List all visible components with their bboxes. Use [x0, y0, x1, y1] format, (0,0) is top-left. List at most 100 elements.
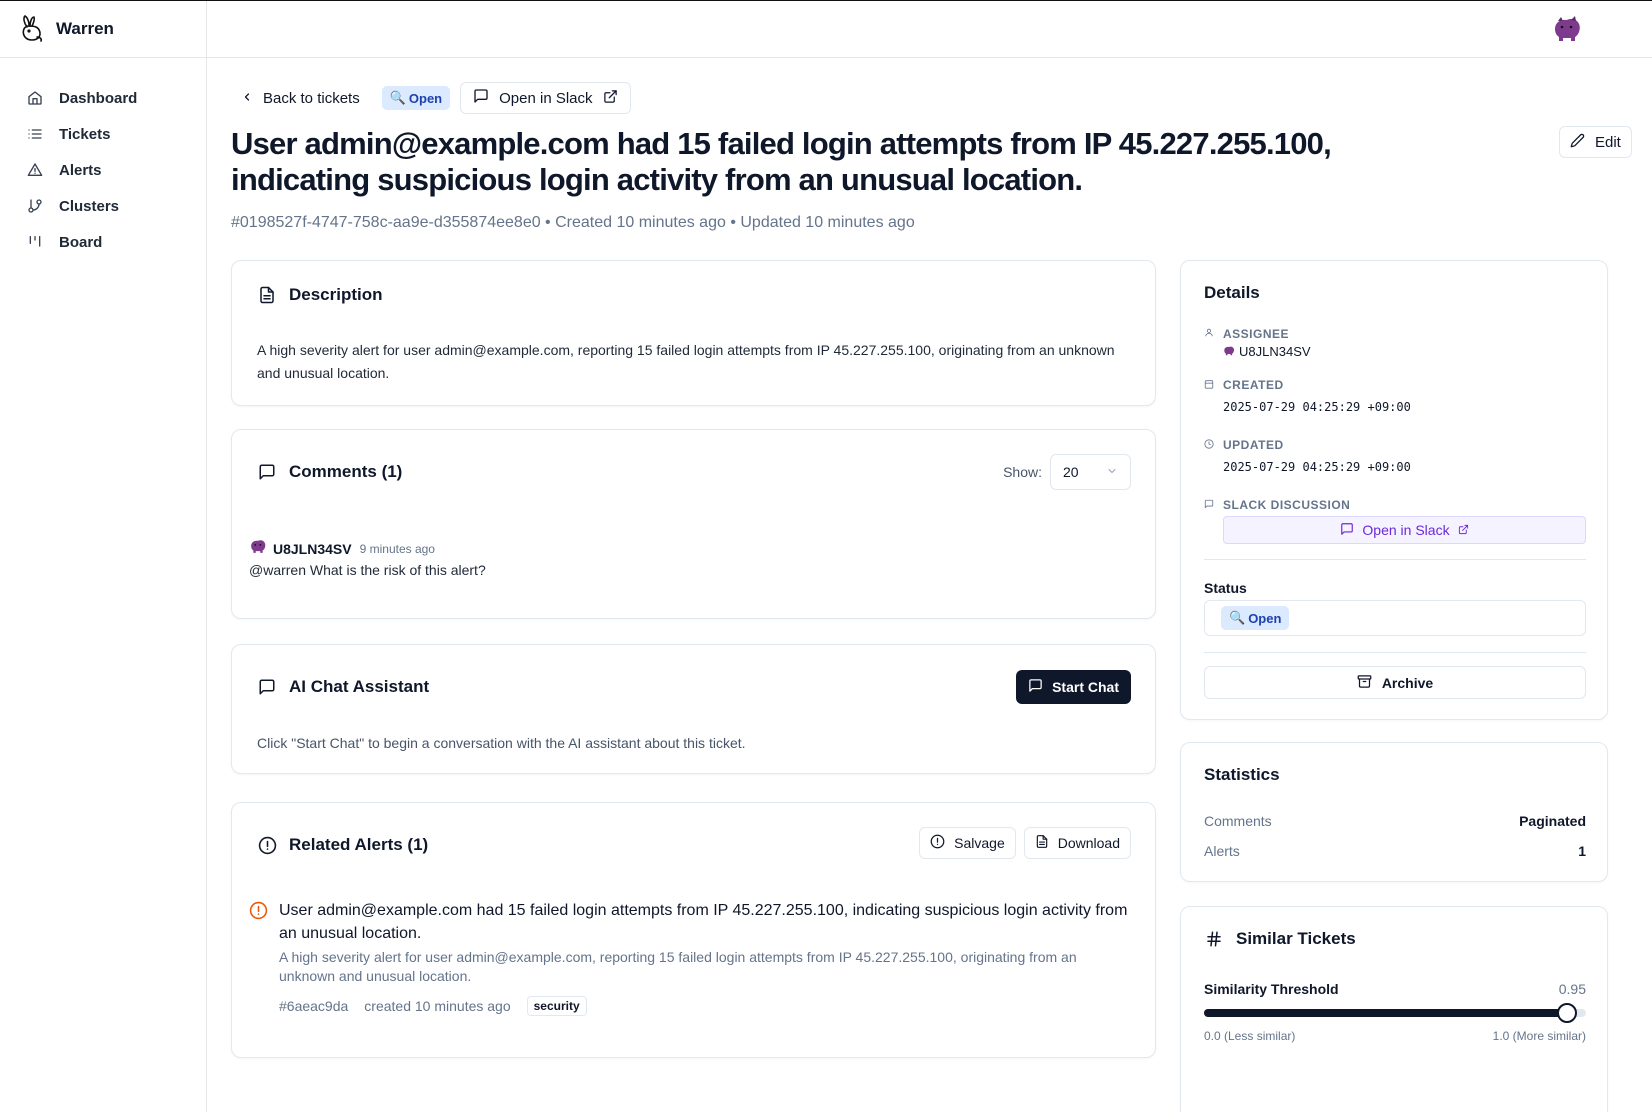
- status-value: Open: [1248, 610, 1282, 626]
- statistics-title: Statistics: [1204, 765, 1280, 784]
- related-alert-tag: security: [526, 996, 587, 1016]
- ai-chat-heading: AI Chat Assistant: [257, 677, 429, 697]
- details-open-in-slack-button[interactable]: Open in Slack: [1223, 516, 1586, 544]
- comment-header: U8JLN34SV 9 minutes ago: [249, 538, 435, 559]
- description-heading: Description: [257, 285, 383, 305]
- updated-field: Updated 2025-07-29 04:25:29 +09:00: [1204, 438, 1586, 474]
- slider-thumb[interactable]: [1556, 1003, 1577, 1023]
- slack-label-text: Slack Discussion: [1223, 498, 1351, 512]
- edit-button[interactable]: Edit: [1559, 126, 1632, 158]
- show-label: Show:: [1003, 464, 1042, 480]
- sidebar-item-alerts[interactable]: Alerts: [0, 152, 206, 188]
- sidebar-item-clusters[interactable]: Clusters: [0, 188, 206, 224]
- ai-chat-hint: Click "Start Chat" to begin a conversati…: [257, 735, 746, 751]
- page-size-value: 20: [1063, 464, 1079, 480]
- brand[interactable]: Warren: [0, 1, 206, 58]
- top-bar: [207, 1, 1652, 58]
- user-avatar-icon[interactable]: [1552, 15, 1582, 43]
- threshold-label: Similarity Threshold: [1204, 981, 1339, 997]
- external-link-icon: [603, 89, 618, 108]
- magnifier-icon: 🔍: [389, 90, 406, 105]
- back-to-tickets-button[interactable]: Back to tickets: [231, 83, 372, 113]
- description-title: Description: [289, 285, 383, 304]
- comment-time: 9 minutes ago: [359, 541, 435, 556]
- threshold-row: Similarity Threshold 0.95: [1204, 981, 1586, 997]
- stat-value: 1: [1578, 843, 1586, 859]
- related-alert-created: created 10 minutes ago: [364, 998, 511, 1014]
- statistics-card: Statistics Comments Paginated Alerts 1: [1180, 742, 1608, 882]
- edit-label: Edit: [1595, 133, 1621, 151]
- file-text-icon: [257, 285, 277, 305]
- status-select[interactable]: 🔍 Open: [1204, 600, 1586, 636]
- chevron-left-icon: [241, 90, 253, 107]
- ai-chat-title: AI Chat Assistant: [289, 677, 430, 696]
- stat-row-comments: Comments Paginated: [1204, 813, 1586, 829]
- sidebar-item-board[interactable]: Board: [0, 224, 206, 260]
- slider-max-label: 1.0 (More similar): [1492, 1029, 1586, 1043]
- hash-icon: [1204, 929, 1224, 949]
- stat-row-alerts: Alerts 1: [1204, 843, 1586, 859]
- pencil-icon: [1570, 133, 1585, 152]
- divider: [1204, 559, 1586, 560]
- download-button[interactable]: Download: [1023, 827, 1131, 859]
- message-square-icon: [473, 88, 489, 108]
- external-link-icon: [1458, 522, 1469, 538]
- archive-label: Archive: [1381, 674, 1434, 691]
- status-badge-label: Open: [408, 90, 443, 106]
- sidebar-item-label: Tickets: [59, 125, 111, 143]
- open-in-slack-label: Open in Slack: [499, 89, 593, 107]
- rabbit-logo-icon: [18, 14, 46, 44]
- open-in-slack-button[interactable]: Open in Slack: [460, 82, 631, 114]
- related-alerts-title: Related Alerts (1): [289, 835, 429, 854]
- related-alerts-heading: Related Alerts (1): [257, 835, 428, 855]
- similar-tickets-card: Similar Tickets Similarity Threshold 0.9…: [1180, 906, 1608, 1112]
- page-size-select[interactable]: 20: [1050, 454, 1131, 490]
- kanban-icon: [26, 233, 44, 251]
- ticket-meta: #0198527f-4747-758c-aa9e-d355874ee8e0 • …: [231, 214, 915, 231]
- updated-label-text: Updated: [1223, 438, 1284, 452]
- slider-min-label: 0.0 (Less similar): [1204, 1029, 1296, 1043]
- start-chat-button[interactable]: Start Chat: [1016, 670, 1131, 704]
- file-text-icon: [1035, 834, 1049, 852]
- updated-value: 2025-07-29 04:25:29 +09:00: [1223, 460, 1411, 474]
- comments-heading: Comments (1): [257, 462, 402, 482]
- sidebar-item-label: Clusters: [59, 197, 120, 215]
- clock-icon: [1204, 438, 1214, 452]
- created-field: Created 2025-07-29 04:25:29 +09:00: [1204, 378, 1586, 414]
- assignee-name: U8JLN34SV: [1239, 344, 1311, 359]
- related-alert-title[interactable]: User admin@example.com had 15 failed log…: [279, 899, 1129, 945]
- stat-value: Paginated: [1519, 813, 1586, 829]
- salvage-button[interactable]: Salvage: [919, 827, 1016, 859]
- related-alerts-actions: Salvage Download: [919, 827, 1131, 859]
- assignee-value: U8JLN34SV: [1223, 344, 1586, 359]
- related-alert-description: A high severity alert for user admin@exa…: [279, 949, 1077, 984]
- sidebar-item-dashboard[interactable]: Dashboard: [0, 80, 206, 116]
- ai-chat-card: AI Chat Assistant Start Chat Click "Star…: [231, 644, 1156, 774]
- message-square-icon: [1028, 678, 1043, 696]
- description-card: Description A high severity alert for us…: [231, 260, 1156, 406]
- assignee-label: Assignee: [1204, 327, 1586, 341]
- chevron-down-icon: [1106, 464, 1118, 480]
- back-label: Back to tickets: [263, 89, 360, 107]
- assignee-field: Assignee U8JLN34SV: [1204, 327, 1586, 359]
- user-icon: [1204, 327, 1214, 341]
- message-square-icon: [1204, 498, 1214, 512]
- sidebar-item-tickets[interactable]: Tickets: [0, 116, 206, 152]
- list-icon: [26, 125, 44, 143]
- related-alerts-card: Related Alerts (1) Salvage Download User…: [231, 802, 1156, 1058]
- user-avatar-icon: [1223, 344, 1235, 359]
- archive-icon: [1357, 674, 1372, 692]
- comment-text: @warren What is the risk of this alert?: [249, 562, 486, 578]
- related-alert-item[interactable]: User admin@example.com had 15 failed log…: [249, 899, 1129, 1016]
- comments-title: Comments (1): [289, 462, 403, 481]
- divider: [1204, 652, 1586, 653]
- archive-button[interactable]: Archive: [1204, 666, 1586, 699]
- status-label: Status: [1204, 580, 1247, 596]
- message-square-icon: [257, 462, 277, 482]
- home-icon: [26, 89, 44, 107]
- sidebar-item-label: Dashboard: [59, 89, 138, 107]
- sidebar-nav: Dashboard Tickets Alerts Clusters Board: [0, 58, 206, 260]
- message-square-icon: [257, 677, 277, 697]
- description-text: A high severity alert for user admin@exa…: [257, 342, 1115, 381]
- similarity-slider[interactable]: [1204, 1003, 1586, 1023]
